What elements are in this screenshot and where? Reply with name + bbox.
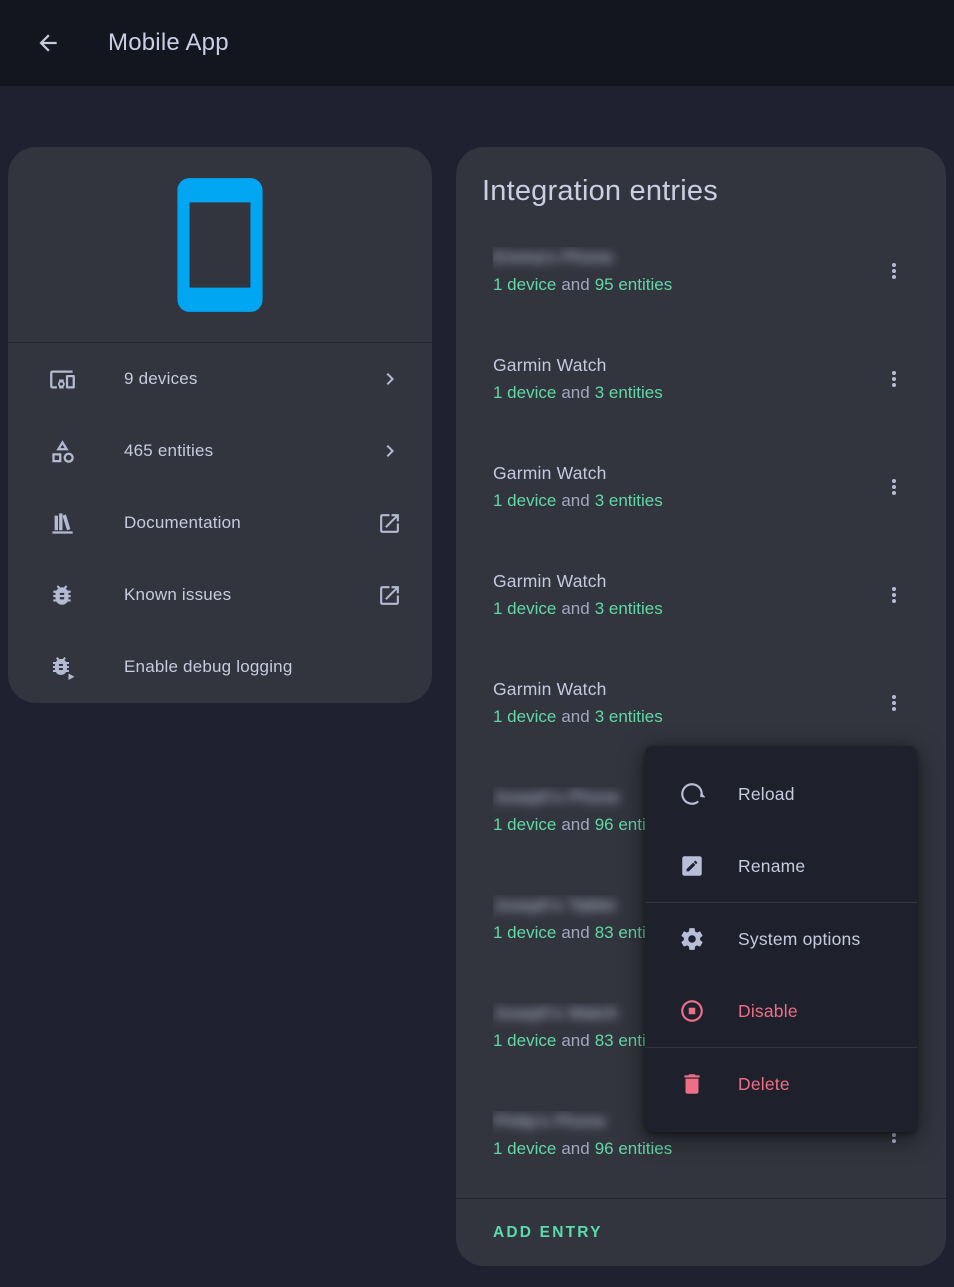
enable-debug-logging-label: Enable debug logging [124, 657, 354, 677]
entry-name: Garmin Watch [493, 571, 870, 592]
menu-item-rename[interactable]: Rename [645, 830, 917, 902]
rename-icon [678, 853, 706, 879]
entry-menu-button[interactable] [870, 463, 918, 511]
entry-name: Garmin Watch [493, 355, 870, 376]
dots-vertical-icon [882, 475, 906, 499]
entry-menu-button[interactable] [870, 571, 918, 619]
dots-vertical-icon [882, 367, 906, 391]
gear-icon [678, 926, 706, 952]
entry-row: Emma's Phone 1 device and 95 entities [456, 217, 946, 325]
entry-row: Garmin Watch 1 device and 3 entities [456, 433, 946, 541]
app-header: Mobile App [0, 0, 954, 86]
add-entry-button[interactable]: ADD ENTRY [493, 1224, 603, 1242]
page-title: Mobile App [108, 29, 229, 57]
open-in-new-icon [377, 583, 402, 608]
entry-menu-button[interactable] [870, 247, 918, 295]
integration-links: 9 devices 465 entities Documentation [8, 343, 432, 703]
entry-sub-and: and [561, 383, 589, 403]
arrow-left-icon [35, 30, 61, 56]
entities-link[interactable]: 465 entities [8, 415, 432, 487]
entry-name: Emma's Phone [493, 247, 870, 268]
chevron-right-icon [378, 367, 402, 391]
entry-devices-link[interactable]: 1 device [493, 1139, 556, 1159]
entry-sub-and: and [561, 815, 589, 835]
entry-devices-link[interactable]: 1 device [493, 275, 556, 295]
documentation-link[interactable]: Documentation [8, 487, 432, 559]
entry-entities-link[interactable]: 3 entities [595, 599, 663, 619]
entry-devices-link[interactable]: 1 device [493, 815, 556, 835]
entry-entities-link[interactable]: 3 entities [595, 707, 663, 727]
menu-item-label: Delete [738, 1074, 790, 1095]
dots-vertical-icon [882, 691, 906, 715]
open-in-new-icon [377, 511, 402, 536]
shapes-icon [48, 438, 76, 465]
dots-vertical-icon [882, 259, 906, 283]
entry-name: Garmin Watch [493, 463, 870, 484]
entry-sub-and: and [561, 707, 589, 727]
entry-context-menu: Reload Rename System options Disable [645, 746, 917, 1132]
entry-sub-and: and [561, 1139, 589, 1159]
back-button[interactable] [24, 19, 72, 67]
entries-card-title: Integration entries [456, 147, 946, 209]
entry-entities-link[interactable]: 95 entities [595, 275, 673, 295]
entry-sub-and: and [561, 1031, 589, 1051]
entry-entities-link[interactable]: 3 entities [595, 491, 663, 511]
devices-link-label: 9 devices [124, 369, 330, 389]
entry-devices-link[interactable]: 1 device [493, 383, 556, 403]
menu-item-delete[interactable]: Delete [645, 1048, 917, 1120]
entities-link-label: 465 entities [124, 441, 330, 461]
entry-entities-link[interactable]: 96 entities [595, 1139, 673, 1159]
bug-icon [48, 582, 76, 608]
known-issues-link[interactable]: Known issues [8, 559, 432, 631]
entry-sub-and: and [561, 599, 589, 619]
entry-row: Garmin Watch 1 device and 3 entities [456, 649, 946, 757]
entry-devices-link[interactable]: 1 device [493, 491, 556, 511]
menu-item-system-options[interactable]: System options [645, 903, 917, 975]
documentation-link-label: Documentation [124, 513, 329, 533]
library-icon [48, 510, 76, 537]
known-issues-link-label: Known issues [124, 585, 329, 605]
menu-item-label: Rename [738, 856, 805, 877]
menu-item-disable[interactable]: Disable [645, 975, 917, 1047]
integration-info-card: 9 devices 465 entities Documentation [8, 147, 432, 703]
menu-item-label: System options [738, 929, 860, 950]
integration-entries-card: Integration entries Emma's Phone 1 devic… [456, 147, 946, 1266]
bug-play-icon [48, 654, 76, 680]
chevron-right-icon [378, 439, 402, 463]
dots-vertical-icon [882, 583, 906, 607]
entry-name: Garmin Watch [493, 679, 870, 700]
entry-devices-link[interactable]: 1 device [493, 1031, 556, 1051]
entry-row: Garmin Watch 1 device and 3 entities [456, 325, 946, 433]
entry-sub-and: and [561, 275, 589, 295]
entry-devices-link[interactable]: 1 device [493, 923, 556, 943]
integration-logo [8, 147, 432, 342]
entry-menu-button[interactable] [870, 355, 918, 403]
entry-menu-button[interactable] [870, 679, 918, 727]
menu-item-label: Reload [738, 784, 795, 805]
enable-debug-logging-link[interactable]: Enable debug logging [8, 631, 432, 703]
menu-item-label: Disable [738, 1001, 798, 1022]
cellphone-icon [147, 172, 293, 318]
entry-devices-link[interactable]: 1 device [493, 707, 556, 727]
devices-icon [48, 366, 76, 393]
entry-entities-link[interactable]: 3 entities [595, 383, 663, 403]
entry-row: Garmin Watch 1 device and 3 entities [456, 541, 946, 649]
entry-sub-and: and [561, 923, 589, 943]
reload-icon [678, 781, 706, 807]
stop-circle-icon [678, 998, 706, 1024]
entry-sub-and: and [561, 491, 589, 511]
devices-link[interactable]: 9 devices [8, 343, 432, 415]
menu-item-reload[interactable]: Reload [645, 758, 917, 830]
trash-icon [678, 1071, 706, 1097]
entry-devices-link[interactable]: 1 device [493, 599, 556, 619]
